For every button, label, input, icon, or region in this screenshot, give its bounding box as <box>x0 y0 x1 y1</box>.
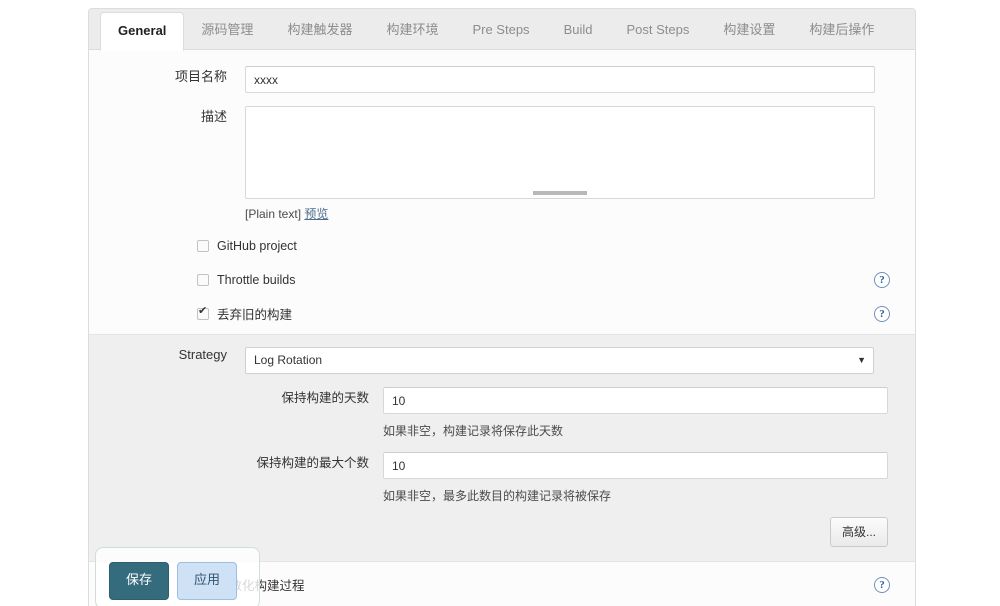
throttle-builds-checkbox[interactable] <box>197 274 209 286</box>
num-to-keep-hint: 如果非空，最多此数目的构建记录将被保存 <box>383 479 888 504</box>
description-textarea[interactable] <box>245 106 875 199</box>
discard-old-builds-checkbox[interactable] <box>197 308 209 320</box>
tab-build-settings[interactable]: 构建设置 <box>706 9 792 50</box>
description-label: 描述 <box>89 106 245 125</box>
save-button[interactable]: 保存 <box>109 562 169 600</box>
days-to-keep-input[interactable] <box>383 387 888 414</box>
days-to-keep-hint: 如果非空，构建记录将保存此天数 <box>383 414 888 439</box>
tab-build-environment[interactable]: 构建环境 <box>369 9 455 50</box>
strategy-select[interactable]: Log Rotation ▼ <box>245 347 874 374</box>
config-panel: General 源码管理 构建触发器 构建环境 Pre Steps Build … <box>88 8 916 606</box>
textarea-resize-grip[interactable] <box>533 190 587 196</box>
github-project-row: GitHub project <box>89 232 915 259</box>
jenkins-config-page: General 源码管理 构建触发器 构建环境 Pre Steps Build … <box>0 0 1000 606</box>
parameterized-build-help-icon[interactable]: ? <box>874 577 890 593</box>
description-format-line: [Plain text] 预览 <box>245 199 875 222</box>
discard-old-builds-row: 丢弃旧的构建 ? <box>89 300 915 327</box>
tab-build-triggers[interactable]: 构建触发器 <box>270 9 369 50</box>
tab-build[interactable]: Build <box>547 9 610 50</box>
num-to-keep-label: 保持构建的最大个数 <box>89 452 383 471</box>
days-to-keep-row: 保持构建的天数 如果非空，构建记录将保存此天数 <box>89 374 915 439</box>
project-name-label: 项目名称 <box>89 66 245 85</box>
project-name-row: 项目名称 <box>89 50 915 93</box>
throttle-builds-row: Throttle builds ? <box>89 266 915 293</box>
strategy-advanced-row: 高级... <box>89 504 915 547</box>
description-row: 描述 [Plain text] 预览 <box>89 93 915 222</box>
tab-scm[interactable]: 源码管理 <box>184 9 270 50</box>
config-tab-bar: General 源码管理 构建触发器 构建环境 Pre Steps Build … <box>89 9 915 50</box>
discard-strategy-block: Strategy Log Rotation ▼ 保持构建的天数 如果非空，构建记… <box>89 334 915 562</box>
days-to-keep-field-wrap: 如果非空，构建记录将保存此天数 <box>383 387 915 439</box>
strategy-select-value: Log Rotation <box>254 353 322 367</box>
throttle-builds-label[interactable]: Throttle builds <box>217 273 296 287</box>
strategy-advanced-button[interactable]: 高级... <box>830 517 888 547</box>
strategy-row: Strategy Log Rotation ▼ <box>89 347 915 374</box>
discard-old-builds-label[interactable]: 丢弃旧的构建 <box>217 304 292 323</box>
strategy-label: Strategy <box>89 347 245 362</box>
num-to-keep-input[interactable] <box>383 452 888 479</box>
description-field-wrap: [Plain text] 预览 <box>245 106 915 222</box>
chevron-down-icon: ▼ <box>857 348 866 373</box>
num-to-keep-field-wrap: 如果非空，最多此数目的构建记录将被保存 <box>383 452 915 504</box>
num-to-keep-row: 保持构建的最大个数 如果非空，最多此数目的构建记录将被保存 <box>89 439 915 504</box>
tab-general[interactable]: General <box>100 12 184 51</box>
project-name-field-wrap <box>245 66 915 93</box>
plain-text-label: [Plain text] <box>245 207 301 221</box>
tab-post-build-actions[interactable]: 构建后操作 <box>792 9 891 50</box>
discard-old-builds-help-icon[interactable]: ? <box>874 306 890 322</box>
floating-save-bar: 保存 应用 <box>95 547 260 606</box>
days-to-keep-label: 保持构建的天数 <box>89 387 383 406</box>
description-preview-link[interactable]: 预览 <box>304 207 328 221</box>
config-form: 项目名称 描述 [Plain text] 预览 <box>89 50 915 606</box>
project-name-input[interactable] <box>245 66 875 93</box>
github-project-checkbox[interactable] <box>197 240 209 252</box>
apply-button[interactable]: 应用 <box>177 562 237 600</box>
tab-pre-steps[interactable]: Pre Steps <box>455 9 546 50</box>
throttle-builds-help-icon[interactable]: ? <box>874 272 890 288</box>
github-project-label[interactable]: GitHub project <box>217 239 297 253</box>
strategy-field-wrap: Log Rotation ▼ <box>245 347 915 374</box>
tab-post-steps[interactable]: Post Steps <box>609 9 706 50</box>
